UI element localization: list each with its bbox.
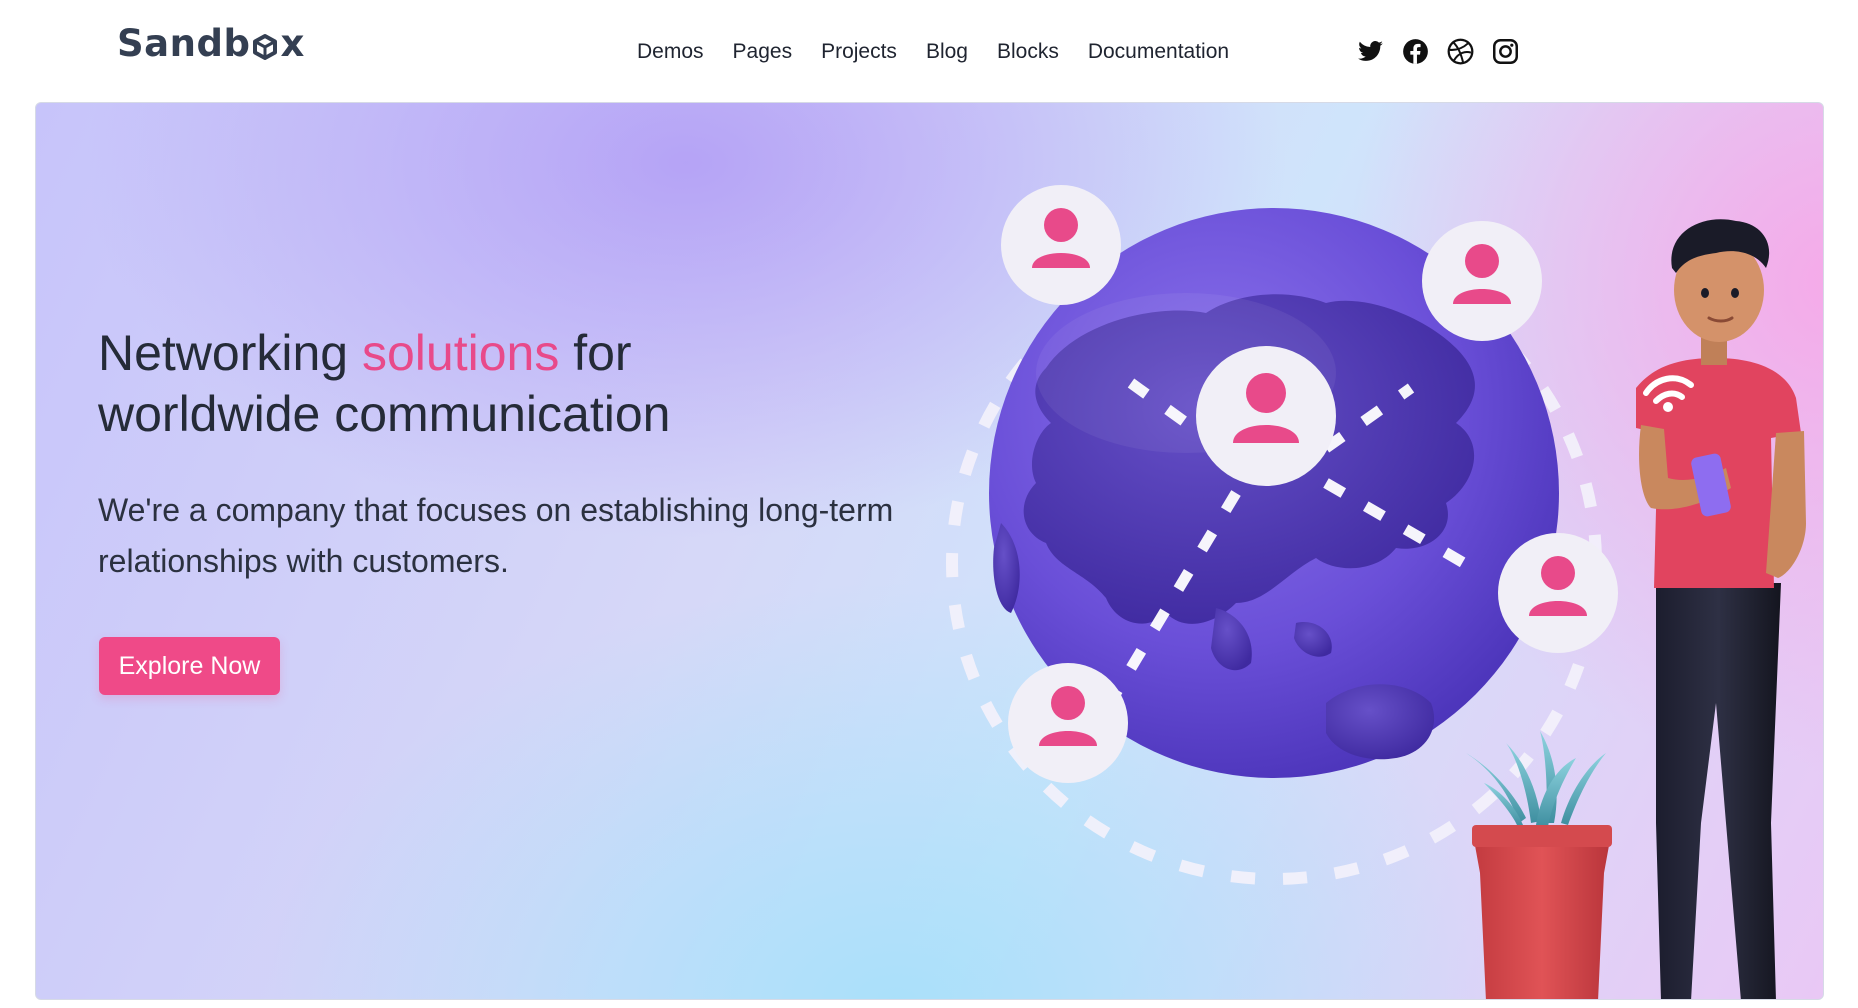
user-bubble-center bbox=[1196, 346, 1336, 486]
explore-now-button[interactable]: Explore Now bbox=[99, 637, 280, 695]
hero-content: Networking solutions for worldwide commu… bbox=[98, 323, 898, 587]
dribbble-icon[interactable] bbox=[1447, 38, 1474, 65]
hero-title-line2: worldwide communication bbox=[98, 386, 671, 442]
hero-title: Networking solutions for worldwide commu… bbox=[98, 323, 898, 445]
hero-title-part2: for bbox=[559, 325, 632, 381]
twitter-icon[interactable] bbox=[1357, 38, 1384, 65]
user-bubble-topleft bbox=[1001, 185, 1121, 305]
person-figure bbox=[1636, 219, 1806, 999]
hero-lead: We're a company that focuses on establis… bbox=[98, 492, 894, 579]
nav-item-documentation[interactable]: Documentation bbox=[1088, 40, 1229, 64]
hero-title-accent: solutions bbox=[362, 325, 560, 381]
brand-logo-text-start: Sandb bbox=[117, 22, 251, 65]
facebook-icon[interactable] bbox=[1402, 38, 1429, 65]
nav-item-demos[interactable]: Demos bbox=[637, 40, 704, 64]
hero-section: Networking solutions for worldwide commu… bbox=[35, 102, 1824, 1000]
potted-plant bbox=[1466, 731, 1612, 999]
user-bubble-bottomleft bbox=[1008, 663, 1128, 783]
brand-logo-text-end: x bbox=[280, 22, 305, 65]
instagram-icon[interactable] bbox=[1492, 38, 1519, 65]
box-logo-icon bbox=[253, 33, 278, 60]
user-bubble-topright bbox=[1422, 221, 1542, 341]
brand-logo[interactable]: Sandb x bbox=[117, 22, 305, 65]
nav-item-blocks[interactable]: Blocks bbox=[997, 40, 1059, 64]
nav-item-pages[interactable]: Pages bbox=[733, 40, 793, 64]
user-bubble-right bbox=[1498, 533, 1618, 653]
site-header: Sandb x Demos Pages Projects Blog Blocks… bbox=[0, 0, 1858, 100]
nav-item-blog[interactable]: Blog bbox=[926, 40, 968, 64]
hero-title-part1: Networking bbox=[98, 325, 362, 381]
main-nav: Demos Pages Projects Blog Blocks Documen… bbox=[637, 40, 1258, 64]
nav-item-projects[interactable]: Projects bbox=[821, 40, 897, 64]
social-links bbox=[1357, 38, 1519, 65]
